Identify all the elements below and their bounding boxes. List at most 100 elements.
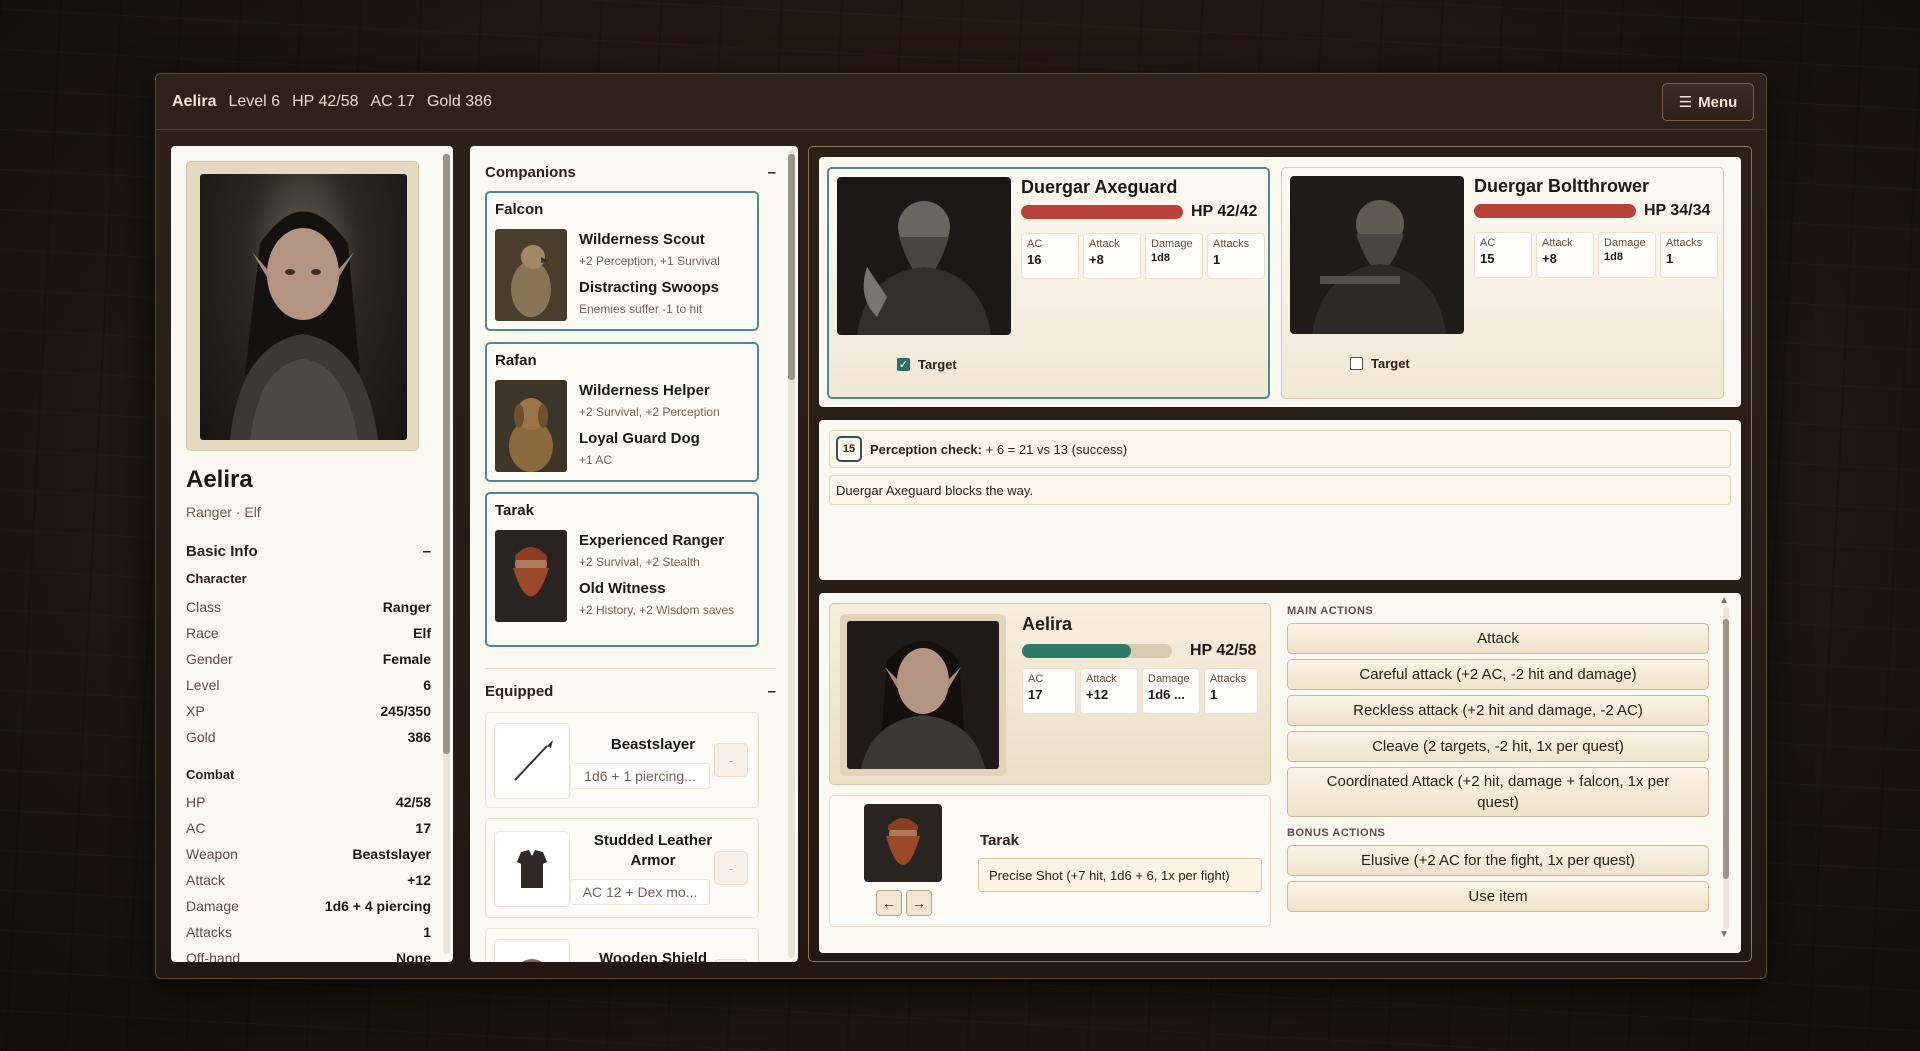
stat-damage: Damage 1d8 — [1145, 233, 1203, 279]
menu-button[interactable]: ☰ Menu — [1662, 83, 1754, 121]
stat-row-ac: AC 17 — [186, 820, 431, 836]
stat-damage: Damage 1d8 — [1598, 232, 1656, 278]
ability-desc: Enemies suffer -1 to hit — [579, 302, 703, 316]
action-use-item-button[interactable]: Use item — [1287, 881, 1709, 912]
character-scroll-thumb[interactable] — [443, 154, 450, 754]
stat-row-level: Level 6 — [186, 677, 431, 693]
target-toggle[interactable]: Target — [1350, 356, 1410, 371]
portrait-frame — [186, 161, 419, 451]
stat-key: Gender — [186, 651, 233, 667]
ability-title: Wilderness Helper — [579, 382, 710, 399]
stat-row-weapon: Weapon Beastslayer — [186, 846, 431, 862]
unequip-button[interactable]: - — [714, 743, 748, 777]
companion-card-falcon[interactable]: Falcon Wilderness Scout +2 Perception, +… — [485, 191, 759, 331]
ability-desc: +2 Survival, +2 Stealth — [579, 555, 700, 569]
action-elusive-button[interactable]: Elusive (+2 AC for the fight, 1x per que… — [1287, 845, 1709, 876]
action-reckless-attack-button[interactable]: Reckless attack (+2 hit and damage, -2 A… — [1287, 695, 1709, 726]
check-label: Perception check: — [870, 441, 982, 457]
companions-header[interactable]: Companions – — [485, 164, 776, 181]
stat-ac: AC 17 — [1022, 668, 1076, 714]
item-name: Wooden Shield — [598, 950, 708, 962]
companion-card-tarak[interactable]: Tarak Experienced Ranger +2 Survival, +2… — [485, 492, 759, 647]
enemy-card-boltthrower[interactable]: Duergar Boltthrower HP 34/34 AC 15 Attack… — [1281, 167, 1724, 399]
player-hp-fill — [1022, 644, 1131, 658]
companion-card-rafan[interactable]: Rafan Wilderness Helper +2 Survival, +2 … — [485, 342, 759, 482]
stat-label: Attack — [1089, 238, 1120, 250]
stat-value: 1d6 + 4 piercing — [324, 898, 431, 914]
companion-turn-name: Tarak — [980, 832, 1019, 849]
companion-turn-portrait — [864, 804, 942, 882]
stat-key: Damage — [186, 898, 239, 914]
character-name: Aelira — [186, 466, 253, 493]
player-portrait-frame — [840, 614, 1006, 776]
stat-label: Attack — [1542, 237, 1573, 249]
companion-name: Rafan — [495, 352, 537, 369]
check-result: + 6 = 21 vs 13 (success) — [985, 441, 1128, 457]
target-toggle[interactable]: ✓ Target — [897, 357, 957, 372]
stat-label: Attacks — [1666, 237, 1703, 249]
stat-value: 1 — [1666, 251, 1674, 266]
stat-row-gold: Gold 386 — [186, 729, 431, 745]
companion-action-button[interactable]: Precise Shot (+7 hit, 1d6 + 6, 1x per fi… — [978, 858, 1262, 892]
shield-icon — [494, 939, 570, 962]
stat-row-attack: Attack +12 — [186, 872, 431, 888]
section-divider — [485, 668, 776, 669]
shield-shape — [522, 959, 542, 962]
stat-value: +12 — [407, 872, 431, 888]
stat-label: Attacks — [1210, 673, 1247, 685]
stat-value: 17 — [415, 820, 431, 836]
actions-scroll-thumb[interactable] — [1723, 619, 1729, 879]
collapse-icon[interactable]: – — [768, 164, 776, 181]
stat-row-xp: XP 245/350 — [186, 703, 431, 719]
status-bar: Aelira Level 6 HP 42/58 AC 17 Gold 386 ☰… — [156, 74, 1766, 130]
level-stat: Level 6 — [228, 92, 281, 110]
unequip-button[interactable]: - — [714, 959, 748, 962]
prev-companion-button[interactable]: ← — [876, 890, 902, 916]
actions-scrollbar[interactable] — [1723, 607, 1729, 929]
collapse-icon[interactable]: – — [423, 543, 431, 560]
scroll-down-icon[interactable]: ▼ — [1719, 929, 1729, 940]
stat-attacks: Attacks 1 — [1204, 668, 1258, 714]
basic-info-header[interactable]: Basic Info – — [186, 543, 431, 560]
equipped-header[interactable]: Equipped – — [485, 683, 776, 700]
companions-scroll-thumb[interactable] — [788, 154, 795, 380]
combat-subheading: Combat — [186, 767, 235, 782]
player-hp-text: HP 42/58 — [1190, 642, 1257, 659]
elf-ranger-portrait — [230, 211, 378, 440]
stat-label: Damage — [1148, 673, 1190, 685]
item-name: Studded Leather Armor — [593, 832, 713, 869]
equipped-item-shield[interactable]: Wooden Shield - — [485, 928, 759, 962]
scroll-up-icon[interactable]: ▲ — [1719, 595, 1729, 606]
unequip-button[interactable]: - — [714, 851, 748, 885]
enemy-name: Duergar Boltthrower — [1474, 176, 1650, 196]
stat-value: 1d8 — [1604, 251, 1623, 263]
character-portrait — [200, 174, 407, 440]
collapse-icon[interactable]: – — [768, 683, 776, 700]
stat-value: 245/350 — [380, 703, 431, 719]
enemy-name: Duergar Axeguard — [1021, 177, 1178, 197]
target-checkbox[interactable]: ✓ — [897, 358, 910, 371]
stat-key: Weapon — [186, 846, 238, 862]
companion-turn-card: ← → Tarak Precise Shot (+7 hit, 1d6 + 6,… — [829, 795, 1271, 927]
stat-key: Attacks — [186, 924, 232, 940]
action-panel: Aelira HP 42/58 AC 17 Attack +12 Damage 1d6… — [819, 593, 1741, 953]
next-companion-button[interactable]: → — [906, 890, 932, 916]
equipped-title: Equipped — [485, 683, 554, 700]
enemies-panel: Duergar Axeguard HP 42/42 AC 16 Attack +8 … — [819, 157, 1741, 407]
companions-title: Companions — [485, 164, 576, 181]
equipped-item-armor[interactable]: Studded Leather Armor AC 12 + Dex mo... … — [485, 818, 759, 918]
companions-scrollbar[interactable] — [788, 150, 795, 958]
target-checkbox[interactable] — [1350, 357, 1363, 370]
stat-label: Damage — [1151, 238, 1193, 250]
action-cleave-button[interactable]: Cleave (2 targets, -2 hit, 1x per quest) — [1287, 731, 1709, 762]
stat-value: 15 — [1480, 251, 1495, 266]
stat-attacks: Attacks 1 — [1660, 232, 1718, 278]
action-attack-button[interactable]: Attack — [1287, 623, 1709, 654]
action-careful-attack-button[interactable]: Careful attack (+2 AC, -2 hit and damage… — [1287, 659, 1709, 690]
encounter-area: Duergar Axeguard HP 42/42 AC 16 Attack +8 … — [808, 146, 1752, 962]
d20-icon: 15 — [836, 436, 862, 462]
action-coordinated-attack-button[interactable]: Coordinated Attack (+2 hit, damage + fal… — [1287, 767, 1709, 817]
character-scrollbar[interactable] — [443, 154, 450, 954]
enemy-card-axeguard[interactable]: Duergar Axeguard HP 42/42 AC 16 Attack +8 … — [827, 167, 1270, 399]
equipped-item-beastslayer[interactable]: Beastslayer 1d6 + 1 piercing... - — [485, 712, 759, 808]
